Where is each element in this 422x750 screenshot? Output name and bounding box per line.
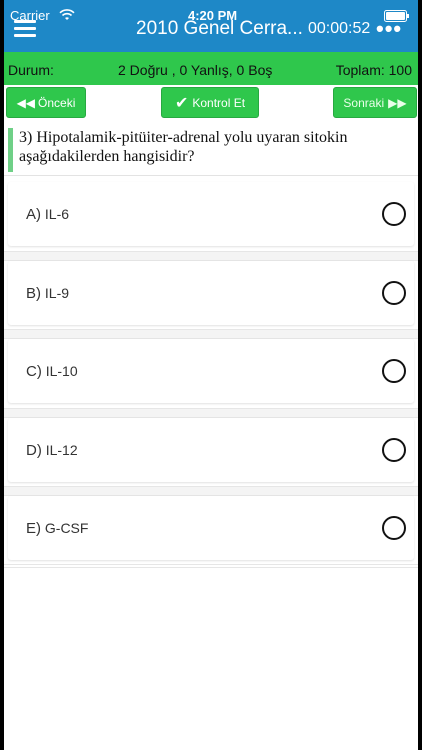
checkmark-icon: ✔ [174,94,189,112]
total-count: Toplam: 100 [335,62,412,78]
next-button[interactable]: Sonraki ▶▶ [333,87,417,118]
answer-option-b[interactable]: B) IL-9 [8,261,414,325]
answer-option-e[interactable]: E) G-CSF [8,496,414,560]
status-summary-bar: Durum: 2 Doğru , 0 Yanlış, 0 Boş Toplam:… [4,52,418,85]
status-label: Durum: [8,62,54,78]
previous-button[interactable]: ◀◀ Önceki [6,87,86,118]
radio-circle-icon[interactable] [382,281,406,305]
page-title: 2010 Genel Cerra... [136,18,303,39]
check-answer-button[interactable]: ✔ Kontrol Et [161,87,259,118]
answer-option-c[interactable]: C) IL-10 [8,339,414,403]
divider [4,486,418,496]
previous-button-label: Önceki [38,95,76,110]
quiz-screen: Carrier 4:20 PM 2010 Genel Cerra... 00:0… [4,0,418,750]
check-answer-label: Kontrol Et [192,95,246,110]
next-button-label: Sonraki [343,95,385,110]
navigation-row: ◀◀ Önceki ✔ Kontrol Et Sonraki ▶▶ [4,85,418,123]
option-letter: A) [26,206,41,223]
hamburger-menu-icon[interactable] [14,20,36,37]
divider [4,564,418,568]
divider [4,329,418,339]
option-text: G-CSF [44,520,89,536]
divider [4,408,418,418]
divider [4,175,418,176]
app-header: Carrier 4:20 PM 2010 Genel Cerra... 00:0… [4,0,418,52]
score-counts: 2 Doğru , 0 Yanlış, 0 Boş [118,62,273,78]
option-letter: D) [26,442,42,459]
question-text: 3) Hipotalamik-pitüiter-adrenal yolu uya… [8,128,414,172]
radio-circle-icon[interactable] [382,202,406,226]
more-dots-icon[interactable]: ••• [376,18,402,40]
option-text: IL-9 [44,285,70,301]
radio-circle-icon[interactable] [382,516,406,540]
answer-option-d[interactable]: D) IL-12 [8,418,414,482]
double-left-arrow-icon: ◀◀ [16,95,36,110]
quiz-timer: 00:00:52 [308,20,371,37]
option-letter: C) [26,363,42,380]
wifi-icon [59,9,75,20]
option-letter: E) [26,520,41,537]
option-letter: B) [26,285,41,302]
radio-circle-icon[interactable] [382,359,406,383]
answer-option-a[interactable]: A) IL-6 [8,182,414,246]
double-right-arrow-icon: ▶▶ [388,95,407,110]
divider [4,251,418,261]
option-text: IL-10 [45,363,78,379]
radio-circle-icon[interactable] [382,438,406,462]
option-text: IL-6 [44,206,70,222]
option-text: IL-12 [45,442,78,458]
